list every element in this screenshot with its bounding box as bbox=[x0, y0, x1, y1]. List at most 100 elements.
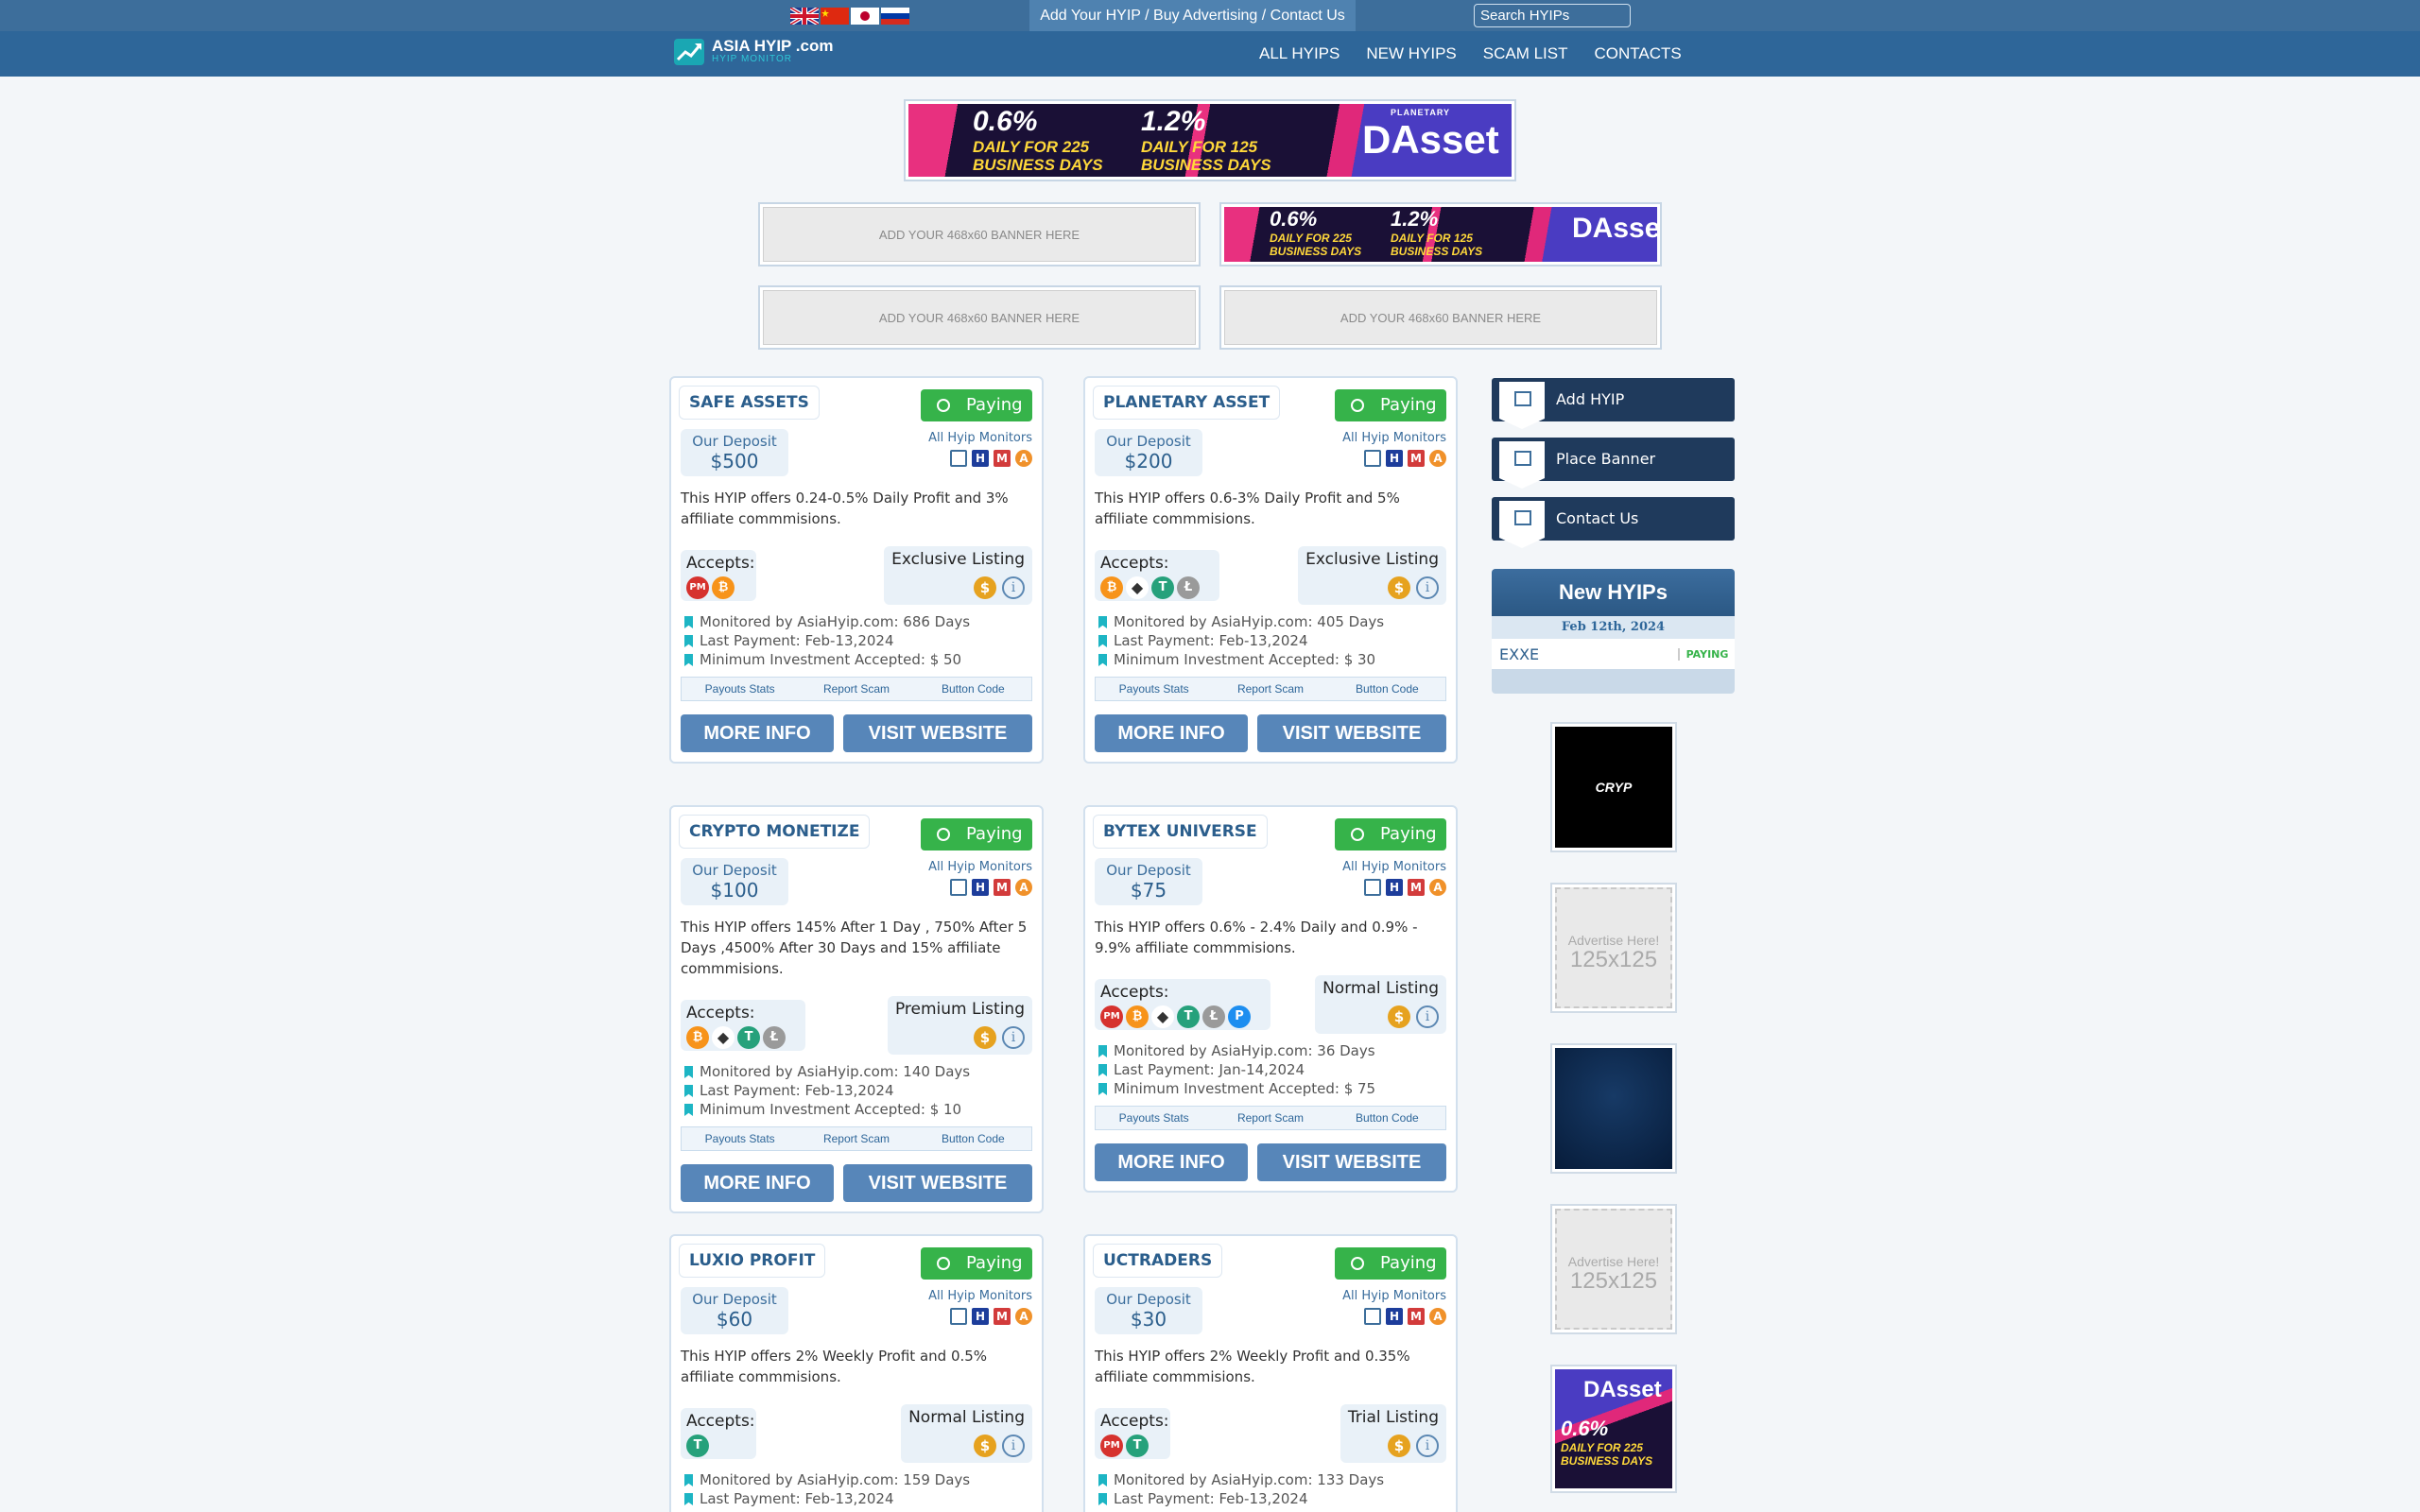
dasset-small-banner[interactable]: 0.6% DAILY FOR 225 BUSINESS DAYS 1.2% DAI… bbox=[1219, 202, 1662, 266]
advertise-slot-2[interactable]: Advertise Here! 125x125 bbox=[1550, 1204, 1677, 1334]
contact-us-button[interactable]: Contact Us bbox=[1492, 497, 1735, 548]
hyip-card: CRYPTO MONETIZE Paying Our Deposit $100 … bbox=[669, 805, 1044, 1213]
monitor-icon-m[interactable]: M bbox=[994, 879, 1011, 896]
uk-flag-icon[interactable] bbox=[790, 8, 819, 25]
add-hyip-button[interactable]: Add HYIP bbox=[1492, 378, 1735, 429]
advertise-slot-1[interactable]: Advertise Here! 125x125 bbox=[1550, 883, 1677, 1013]
monitor-icon-h[interactable]: H bbox=[972, 1308, 989, 1325]
monitor-icon-h[interactable]: H bbox=[972, 450, 989, 467]
hyip-card: LUXIO PROFIT Paying Our Deposit $60 All … bbox=[669, 1234, 1044, 1512]
nav-all-hyips[interactable]: ALL HYIPS bbox=[1259, 44, 1340, 63]
button-code-link[interactable]: Button Code bbox=[1329, 1107, 1445, 1129]
contact-us-link[interactable]: Contact Us bbox=[1270, 8, 1345, 24]
report-scam-link[interactable]: Report Scam bbox=[1212, 678, 1328, 700]
listing-box: Trial Listing $ i bbox=[1340, 1404, 1446, 1463]
monitor-icon-1[interactable] bbox=[950, 879, 967, 896]
monitor-icon-a[interactable]: A bbox=[1429, 450, 1446, 467]
deposit-value: $500 bbox=[710, 450, 759, 472]
banner-slot-3[interactable]: ADD YOUR 468x60 BANNER HERE bbox=[1219, 285, 1662, 350]
new-hyip-name[interactable]: EXXE bbox=[1492, 645, 1678, 663]
banner-slot-1[interactable]: ADD YOUR 468x60 BANNER HERE bbox=[758, 202, 1201, 266]
ru-flag-icon[interactable] bbox=[881, 8, 909, 25]
payouts-stats-link[interactable]: Payouts Stats bbox=[682, 1127, 798, 1150]
payouts-stats-link[interactable]: Payouts Stats bbox=[1096, 678, 1212, 700]
payouts-stats-link[interactable]: Payouts Stats bbox=[1096, 1107, 1212, 1129]
banner-brand: DAsset bbox=[1362, 117, 1499, 162]
perfect-money-icon: PM bbox=[1100, 1435, 1123, 1457]
jp-flag-icon[interactable] bbox=[851, 8, 879, 25]
monitor-icon-h[interactable]: H bbox=[1386, 1308, 1403, 1325]
site-logo[interactable]: ASIA HYIP .com HYIP MONITOR bbox=[674, 38, 833, 65]
monitor-icon-m[interactable]: M bbox=[1408, 1308, 1425, 1325]
hyip-name[interactable]: PLANETARY ASSET bbox=[1093, 386, 1281, 420]
report-scam-link[interactable]: Report Scam bbox=[1212, 1107, 1328, 1129]
deposit-value: $100 bbox=[710, 879, 759, 902]
more-info-button[interactable]: MORE INFO bbox=[681, 714, 834, 752]
monitor-icon-a[interactable]: A bbox=[1429, 879, 1446, 896]
monitor-icon-h[interactable]: H bbox=[972, 879, 989, 896]
dasset-banner: 0.6% DAILY FOR 225 BUSINESS DAYS 1.2% DAI… bbox=[908, 104, 1512, 177]
new-hyip-row[interactable]: EXXE PAYING bbox=[1492, 639, 1735, 669]
hyip-name[interactable]: CRYPTO MONETIZE bbox=[679, 815, 871, 849]
visit-website-button[interactable]: VISIT WEBSITE bbox=[843, 714, 1032, 752]
info-icon[interactable]: i bbox=[1416, 576, 1439, 599]
place-banner-button[interactable]: Place Banner bbox=[1492, 438, 1735, 489]
visit-website-button[interactable]: VISIT WEBSITE bbox=[843, 1164, 1032, 1202]
add-hyip-link[interactable]: Add Your HYIP bbox=[1040, 8, 1140, 24]
monitors-label: All Hyip Monitors bbox=[1342, 860, 1446, 874]
monitor-icon-a[interactable]: A bbox=[1015, 450, 1032, 467]
monitor-icon-1[interactable] bbox=[950, 450, 967, 467]
monitor-icon-1[interactable] bbox=[1364, 450, 1381, 467]
blue-ad[interactable] bbox=[1550, 1043, 1677, 1174]
info-icon[interactable]: i bbox=[1002, 1026, 1025, 1049]
dasset-square-ad[interactable]: DAsset 0.6% DAILY FOR 225 BUSINESS DAYS bbox=[1550, 1365, 1677, 1493]
monitor-icon-m[interactable]: M bbox=[994, 1308, 1011, 1325]
visit-website-button[interactable]: VISIT WEBSITE bbox=[1257, 714, 1446, 752]
listing-type: Exclusive Listing bbox=[891, 550, 1025, 569]
monitor-icon-a[interactable]: A bbox=[1015, 1308, 1032, 1325]
monitor-icon-h[interactable]: H bbox=[1386, 879, 1403, 896]
monitored-days: Monitored by AsiaHyip.com: 159 Days bbox=[681, 1470, 1040, 1489]
hyip-name[interactable]: BYTEX UNIVERSE bbox=[1093, 815, 1268, 849]
monitor-icon-m[interactable]: M bbox=[994, 450, 1011, 467]
report-scam-link[interactable]: Report Scam bbox=[798, 678, 914, 700]
button-code-link[interactable]: Button Code bbox=[915, 1127, 1031, 1150]
monitor-icon-1[interactable] bbox=[1364, 879, 1381, 896]
hyip-name[interactable]: LUXIO PROFIT bbox=[679, 1244, 826, 1278]
ethereum-icon: ◆ bbox=[712, 1026, 735, 1049]
monitor-icon-h[interactable]: H bbox=[1386, 450, 1403, 467]
accepts-box: Accepts: PM ₿ bbox=[681, 550, 756, 601]
last-payment: Last Payment: Feb-13,2024 bbox=[681, 631, 1040, 650]
hyip-name[interactable]: UCTRADERS bbox=[1093, 1244, 1223, 1278]
buy-advertising-link[interactable]: Buy Advertising bbox=[1153, 8, 1257, 24]
info-icon[interactable]: i bbox=[1416, 1005, 1439, 1028]
nav-scam-list[interactable]: SCAM LIST bbox=[1483, 44, 1568, 63]
payouts-stats-link[interactable]: Payouts Stats bbox=[682, 678, 798, 700]
visit-website-button[interactable]: VISIT WEBSITE bbox=[1257, 1143, 1446, 1181]
info-icon[interactable]: i bbox=[1002, 576, 1025, 599]
button-code-link[interactable]: Button Code bbox=[915, 678, 1031, 700]
monitor-icon-1[interactable] bbox=[1364, 1308, 1381, 1325]
nav-new-hyips[interactable]: NEW HYIPS bbox=[1366, 44, 1456, 63]
cn-flag-icon[interactable] bbox=[821, 8, 849, 25]
monitor-icon-1[interactable] bbox=[950, 1308, 967, 1325]
cryp-ad[interactable]: CRYP bbox=[1550, 722, 1677, 852]
info-icon[interactable]: i bbox=[1002, 1435, 1025, 1457]
button-code-link[interactable]: Button Code bbox=[1329, 678, 1445, 700]
monitor-icon-m[interactable]: M bbox=[1408, 879, 1425, 896]
hyip-stats: Monitored by AsiaHyip.com: 140 Days Last… bbox=[681, 1062, 1040, 1119]
search-input[interactable] bbox=[1474, 4, 1631, 27]
more-info-button[interactable]: MORE INFO bbox=[1095, 1143, 1248, 1181]
banner-slot-2[interactable]: ADD YOUR 468x60 BANNER HERE bbox=[758, 285, 1201, 350]
more-info-button[interactable]: MORE INFO bbox=[1095, 714, 1248, 752]
nav-contacts[interactable]: CONTACTS bbox=[1595, 44, 1682, 63]
monitor-icon-a[interactable]: A bbox=[1429, 1308, 1446, 1325]
more-info-button[interactable]: MORE INFO bbox=[681, 1164, 834, 1202]
top-banner[interactable]: 0.6% DAILY FOR 225 BUSINESS DAYS 1.2% DAI… bbox=[904, 99, 1516, 181]
hyip-name[interactable]: SAFE ASSETS bbox=[679, 386, 820, 420]
report-scam-link[interactable]: Report Scam bbox=[798, 1127, 914, 1150]
last-payment: Last Payment: Feb-13,2024 bbox=[1095, 1489, 1454, 1508]
monitor-icon-a[interactable]: A bbox=[1015, 879, 1032, 896]
monitor-icon-m[interactable]: M bbox=[1408, 450, 1425, 467]
info-icon[interactable]: i bbox=[1416, 1435, 1439, 1457]
